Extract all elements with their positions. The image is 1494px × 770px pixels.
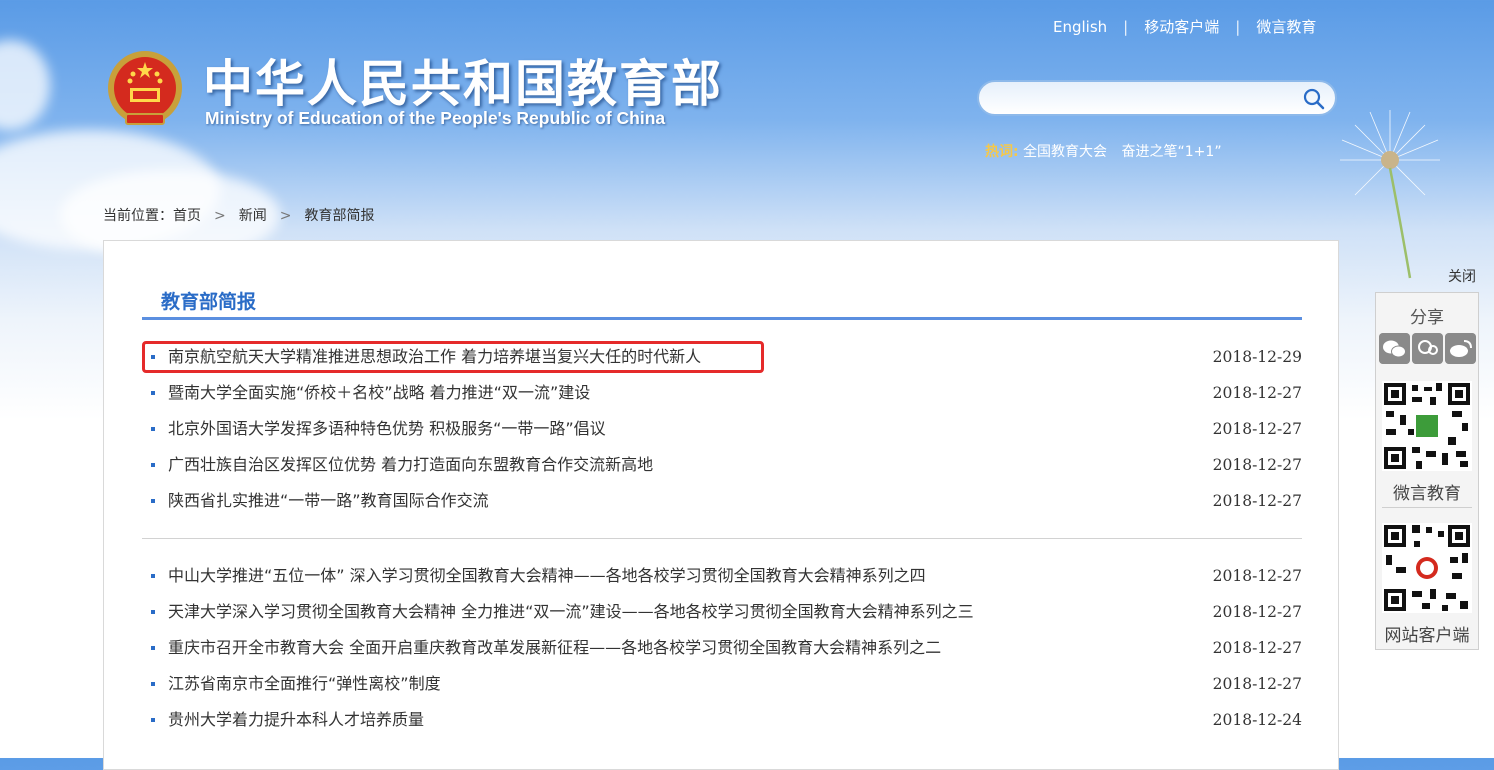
news-list-1: 南京航空航天大学精准推进思想政治工作 着力培养堪当复兴大任的时代新人 2018-… <box>142 339 1302 519</box>
wechat-icon[interactable] <box>1379 333 1410 364</box>
share-label: 分享 <box>1410 308 1444 328</box>
news-title-link[interactable]: 中山大学推进“五位一体” 深入学习贯彻全国教育大会精神——各地各校学习贯彻全国教… <box>168 558 926 594</box>
hotwords-label: 热词: <box>985 144 1019 160</box>
list-item: 重庆市召开全市教育大会 全面开启重庆教育改革发展新征程——各地各校学习贯彻全国教… <box>142 630 1302 666</box>
breadcrumb-prefix: 当前位置： <box>103 208 173 224</box>
list-item: 广西壮族自治区发挥区位优势 着力打造面向东盟教育合作交流新高地 2018-12-… <box>142 447 1302 483</box>
english-link[interactable]: English <box>1053 18 1107 36</box>
hotword-item[interactable]: 全国教育大会 <box>1023 144 1107 160</box>
list-item: 中山大学推进“五位一体” 深入学习贯彻全国教育大会精神——各地各校学习贯彻全国教… <box>142 558 1302 594</box>
section-title: 教育部简报 <box>161 291 257 313</box>
news-date: 2018-12-27 <box>1212 603 1302 621</box>
close-button[interactable]: 关闭 <box>1448 266 1476 286</box>
news-date: 2018-12-27 <box>1212 420 1302 438</box>
hotwords: 热词: 全国教育大会 奋进之笔“1+1” <box>985 141 1232 161</box>
news-title-link[interactable]: 陕西省扎实推进“一带一路”教育国际合作交流 <box>168 483 489 519</box>
weibo-icon[interactable] <box>1445 333 1476 364</box>
search-icon[interactable] <box>1303 88 1325 110</box>
qq-icon[interactable] <box>1412 333 1443 364</box>
breadcrumb-arrow: > <box>279 208 292 224</box>
qr-code-weiyan <box>1382 381 1472 471</box>
bullet-icon <box>151 610 155 614</box>
bullet-icon <box>151 682 155 686</box>
nav-separator: | <box>1123 17 1129 36</box>
bullet-icon <box>151 718 155 722</box>
content-panel: 教育部简报 南京航空航天大学精准推进思想政治工作 着力培养堪当复兴大任的时代新人… <box>103 240 1339 770</box>
qr-label-weiyan: 微言教育 <box>1393 484 1461 504</box>
list-item: 贵州大学着力提升本科人才培养质量 2018-12-24 <box>142 702 1302 738</box>
news-list-2: 中山大学推进“五位一体” 深入学习贯彻全国教育大会精神——各地各校学习贯彻全国教… <box>142 558 1302 738</box>
news-date: 2018-12-27 <box>1212 567 1302 585</box>
list-divider <box>142 538 1302 539</box>
qr-label-client: 网站客户端 <box>1384 626 1470 646</box>
bullet-icon <box>151 463 155 467</box>
news-title-link[interactable]: 重庆市召开全市教育大会 全面开启重庆教育改革发展新征程——各地各校学习贯彻全国教… <box>168 630 941 666</box>
news-title-link[interactable]: 广西壮族自治区发挥区位优势 着力打造面向东盟教育合作交流新高地 <box>168 447 653 483</box>
news-title-link[interactable]: 贵州大学着力提升本科人才培养质量 <box>168 702 424 738</box>
news-date: 2018-12-27 <box>1212 639 1302 657</box>
breadcrumb-news[interactable]: 新闻 <box>239 208 267 224</box>
section-title-rule <box>142 317 1302 320</box>
breadcrumb-home[interactable]: 首页 <box>173 208 201 224</box>
news-date: 2018-12-27 <box>1212 675 1302 693</box>
bullet-icon <box>151 499 155 503</box>
bullet-icon <box>151 355 155 359</box>
list-item: 南京航空航天大学精准推进思想政治工作 着力培养堪当复兴大任的时代新人 2018-… <box>142 339 1302 375</box>
list-item: 天津大学深入学习贯彻全国教育大会精神 全力推进“双一流”建设——各地各校学习贯彻… <box>142 594 1302 630</box>
cloud-decoration <box>0 40 50 130</box>
dandelion-decoration <box>1340 110 1440 279</box>
bullet-icon <box>151 427 155 431</box>
news-title-link[interactable]: 暨南大学全面实施“侨校＋名校”战略 着力推进“双一流”建设 <box>168 375 590 411</box>
search-box <box>977 80 1337 116</box>
search-input[interactable] <box>995 88 1299 110</box>
news-date: 2018-12-27 <box>1212 456 1302 474</box>
nav-separator: | <box>1235 17 1241 36</box>
bullet-icon <box>151 574 155 578</box>
qr-divider <box>1382 507 1472 508</box>
news-date: 2018-12-27 <box>1212 492 1302 510</box>
breadcrumb-current[interactable]: 教育部简报 <box>304 208 374 224</box>
list-item: 暨南大学全面实施“侨校＋名校”战略 着力推进“双一流”建设 2018-12-27 <box>142 375 1302 411</box>
hotword-item[interactable]: 奋进之笔“1+1” <box>1122 144 1222 160</box>
qr-code-client <box>1382 523 1472 613</box>
national-emblem-icon <box>108 51 182 125</box>
share-panel: 分享 微言教育 网站客户端 <box>1375 292 1479 650</box>
breadcrumb: 当前位置：首页 > 新闻 > 教育部简报 <box>103 205 374 225</box>
top-nav: English | 移动客户端 | 微言教育 <box>1053 16 1316 37</box>
news-title-link[interactable]: 南京航空航天大学精准推进思想政治工作 着力培养堪当复兴大任的时代新人 <box>168 339 701 375</box>
news-title-link[interactable]: 北京外国语大学发挥多语种特色优势 积极服务“一带一路”倡议 <box>168 411 606 447</box>
news-title-link[interactable]: 天津大学深入学习贯彻全国教育大会精神 全力推进“双一流”建设——各地各校学习贯彻… <box>168 594 974 630</box>
mobile-client-link[interactable]: 移动客户端 <box>1144 16 1219 37</box>
news-date: 2018-12-27 <box>1212 384 1302 402</box>
breadcrumb-arrow: > <box>214 208 226 224</box>
news-date: 2018-12-29 <box>1212 348 1302 366</box>
list-item: 陕西省扎实推进“一带一路”教育国际合作交流 2018-12-27 <box>142 483 1302 519</box>
list-item: 江苏省南京市全面推行“弹性离校”制度 2018-12-27 <box>142 666 1302 702</box>
list-item: 北京外国语大学发挥多语种特色优势 积极服务“一带一路”倡议 2018-12-27 <box>142 411 1302 447</box>
weiyan-link[interactable]: 微言教育 <box>1256 16 1316 37</box>
bullet-icon <box>151 391 155 395</box>
news-date: 2018-12-24 <box>1212 711 1302 729</box>
site-title: 中华人民共和国教育部 <box>203 55 723 113</box>
bullet-icon <box>151 646 155 650</box>
site-subtitle: Ministry of Education of the People's Re… <box>205 108 666 128</box>
news-title-link[interactable]: 江苏省南京市全面推行“弹性离校”制度 <box>168 666 441 702</box>
